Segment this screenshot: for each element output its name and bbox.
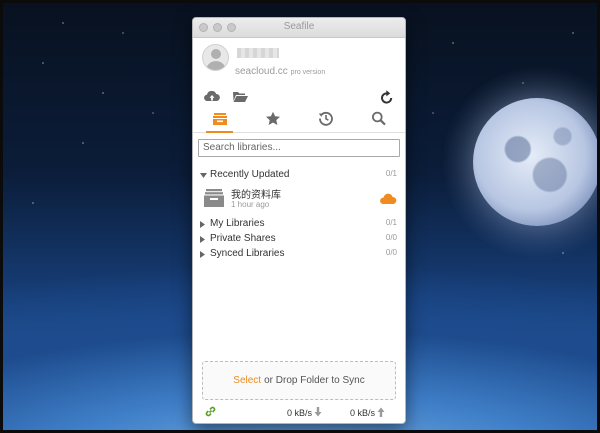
group-count: 0/0 — [385, 247, 397, 257]
group-private-shares[interactable]: Private Shares 0/0 — [193, 231, 405, 246]
upload-rate-value: 0 kB/s — [350, 408, 376, 418]
action-bar — [193, 88, 405, 110]
refresh-icon[interactable] — [380, 89, 394, 110]
tab-libraries[interactable] — [193, 110, 246, 133]
download-rate: 0 kB/s — [287, 407, 322, 419]
group-synced-libraries[interactable]: Synced Libraries 0/0 — [193, 246, 405, 261]
seafile-window: Seafile seacloud.cc pro version Search l… — [192, 17, 406, 424]
library-list: Recently Updated 0/1 我的资料库 1 hour ago My… — [193, 161, 405, 261]
account-panel[interactable]: seacloud.cc pro version — [193, 38, 405, 88]
group-count: 0/1 — [385, 217, 397, 227]
library-updated-time: 1 hour ago — [231, 199, 270, 209]
status-bar: 0 kB/s 0 kB/s — [193, 401, 405, 423]
list-item[interactable]: 我的资料库 1 hour ago — [193, 186, 405, 214]
chevron-right-icon — [200, 220, 206, 231]
chevron-down-icon — [200, 171, 207, 182]
drop-folder-text: or Drop Folder to Sync — [264, 375, 365, 386]
select-folder-link[interactable]: Select — [233, 375, 261, 386]
tab-search[interactable] — [352, 110, 405, 132]
group-count: 0/1 — [385, 168, 397, 178]
account-server: seacloud.cc pro version — [235, 66, 325, 77]
group-label: Private Shares — [210, 232, 276, 244]
group-my-libraries[interactable]: My Libraries 0/1 — [193, 216, 405, 231]
library-icon — [203, 188, 225, 213]
group-label: My Libraries — [210, 217, 265, 229]
cloud-icon[interactable] — [379, 192, 397, 210]
library-name: 我的资料库 — [231, 189, 281, 201]
account-name-redacted — [237, 48, 279, 58]
moon-decoration — [473, 98, 597, 226]
window-title: Seafile — [283, 21, 315, 32]
folder-open-icon[interactable] — [231, 89, 249, 110]
group-count: 0/0 — [385, 232, 397, 242]
chevron-right-icon — [200, 250, 206, 261]
cloud-upload-icon[interactable] — [203, 89, 221, 110]
group-label: Recently Updated — [210, 168, 290, 180]
server-name: seacloud.cc — [235, 66, 288, 77]
title-bar[interactable]: Seafile — [193, 18, 405, 38]
avatar[interactable] — [202, 44, 229, 71]
link-icon[interactable] — [204, 405, 217, 423]
history-icon — [318, 111, 334, 131]
search-bar — [193, 133, 405, 161]
upload-rate: 0 kB/s — [350, 407, 385, 419]
drop-folder-zone[interactable]: Select or Drop Folder to Sync — [202, 361, 396, 400]
tab-bar — [193, 110, 405, 133]
desktop-background: Seafile seacloud.cc pro version Search l… — [0, 0, 600, 433]
server-suffix: pro version — [290, 69, 326, 76]
download-rate-value: 0 kB/s — [287, 408, 313, 418]
arrow-up-icon — [377, 407, 385, 419]
tab-activity[interactable] — [299, 110, 352, 132]
search-input[interactable] — [198, 138, 400, 157]
arrow-down-icon — [314, 407, 322, 419]
group-label: Synced Libraries — [210, 247, 285, 259]
search-icon — [371, 111, 387, 131]
star-icon — [265, 111, 281, 131]
libraries-icon — [212, 112, 228, 131]
group-recently-updated[interactable]: Recently Updated 0/1 — [193, 167, 405, 182]
tab-starred[interactable] — [246, 110, 299, 132]
chevron-right-icon — [200, 235, 206, 246]
